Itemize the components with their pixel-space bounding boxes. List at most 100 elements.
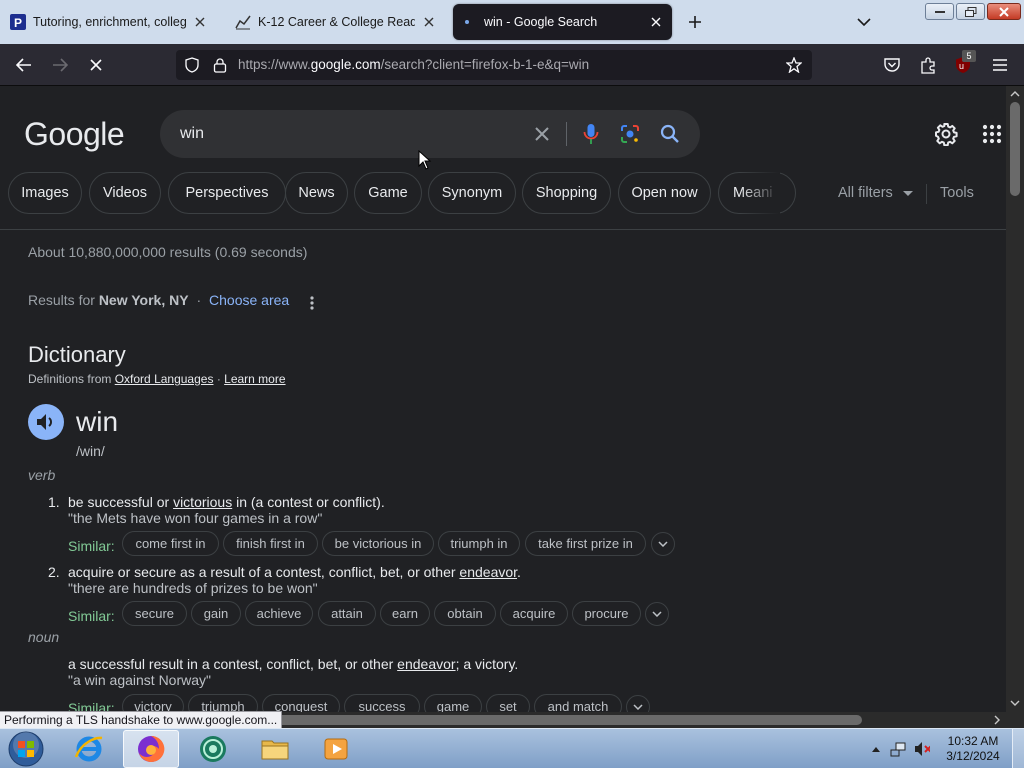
url-text[interactable]: https://www.google.com/search?client=fir… (238, 57, 589, 72)
search-input[interactable] (180, 122, 520, 146)
endeavor-link[interactable]: endeavor (459, 564, 517, 580)
vertical-scrollbar[interactable] (1006, 86, 1024, 712)
search-divider (566, 122, 567, 146)
synonym-pill[interactable]: procure (572, 601, 641, 626)
tab-k12-career[interactable]: K-12 Career & College Readines (227, 4, 445, 40)
synonym-pill[interactable]: and match (534, 694, 622, 712)
minimize-button[interactable] (925, 3, 954, 20)
volume-muted-icon[interactable] (914, 741, 930, 757)
all-filters-label: All filters (838, 185, 893, 201)
synonym-pill[interactable]: obtain (434, 601, 496, 626)
bookmark-star-icon[interactable] (786, 57, 802, 73)
chip-shopping[interactable]: Shopping (522, 172, 611, 214)
search-icon[interactable] (658, 122, 682, 146)
speaker-icon (37, 414, 52, 430)
synonym-pill[interactable]: game (424, 694, 482, 712)
network-icon[interactable] (890, 741, 906, 757)
system-clock[interactable]: 10:32 AM 3/12/2024 (940, 734, 1006, 764)
filter-divider (926, 184, 927, 204)
synonym-pill[interactable]: take first prize in (525, 531, 646, 556)
tab-google-search[interactable]: win - Google Search (453, 4, 672, 40)
oxford-languages-link[interactable]: Oxford Languages (115, 372, 214, 386)
close-tab-icon[interactable] (192, 14, 208, 30)
chip-videos[interactable]: Videos (89, 172, 161, 214)
lens-search-icon[interactable] (618, 122, 642, 146)
chip-fade-overlay (740, 172, 780, 214)
synonym-pill[interactable]: attain (318, 601, 376, 626)
chip-images[interactable]: Images (8, 172, 82, 214)
synonym-pill[interactable]: be victorious in (322, 531, 434, 556)
synonym-pill[interactable]: secure (122, 601, 187, 626)
expand-synonyms-button[interactable] (651, 532, 675, 556)
more-options-icon[interactable] (302, 292, 322, 314)
expand-synonyms-button[interactable] (626, 695, 650, 712)
settings-gear-icon[interactable] (934, 122, 958, 146)
endeavor-link[interactable]: endeavor (397, 656, 455, 672)
scrollbar-corner (1006, 712, 1024, 728)
chart-line-icon (235, 14, 251, 30)
window-close-button[interactable] (987, 3, 1021, 20)
synonym-pill[interactable]: gain (191, 601, 241, 626)
synonym-pill[interactable]: triumph (188, 694, 258, 712)
list-all-tabs-button[interactable] (852, 10, 876, 34)
google-logo[interactable]: Google (24, 116, 125, 153)
synonym-pill[interactable]: success (344, 694, 420, 712)
header-divider (0, 229, 1006, 230)
synonym-pill[interactable]: conquest (262, 694, 340, 712)
scrollbar-thumb[interactable] (1010, 102, 1020, 196)
pocket-icon[interactable] (882, 55, 902, 75)
pronunciation-button[interactable] (28, 404, 64, 440)
stop-button[interactable] (83, 53, 109, 77)
lock-icon[interactable] (212, 57, 228, 73)
expand-synonyms-button[interactable] (645, 602, 669, 626)
google-apps-grid-icon[interactable] (980, 122, 1004, 146)
forward-button[interactable] (47, 53, 73, 77)
tools-button[interactable]: Tools (940, 185, 974, 201)
synonym-pill[interactable]: achieve (245, 601, 313, 626)
synonym-pill[interactable]: finish first in (223, 531, 318, 556)
svg-text:P: P (14, 16, 22, 30)
restore-button[interactable] (956, 3, 985, 20)
scroll-down-icon[interactable] (1010, 698, 1020, 708)
taskbar-internet-explorer[interactable] (61, 730, 117, 768)
chip-perspectives[interactable]: Perspectives (168, 172, 286, 214)
chip-news[interactable]: News (285, 172, 348, 214)
back-button[interactable] (11, 53, 37, 77)
synonym-pill[interactable]: set (486, 694, 530, 712)
chip-synonym[interactable]: Synonym (428, 172, 516, 214)
site-info-icon[interactable] (184, 57, 200, 73)
voice-search-icon[interactable] (579, 122, 603, 146)
taskbar-file-explorer[interactable] (247, 730, 303, 768)
show-hidden-icons-icon[interactable] (868, 741, 884, 757)
close-tab-icon[interactable] (648, 14, 664, 30)
chip-open-now[interactable]: Open now (618, 172, 711, 214)
tab-tutoring[interactable]: P Tutoring, enrichment, college & (2, 4, 216, 40)
hamburger-menu-icon[interactable] (990, 55, 1010, 75)
clear-search-icon[interactable] (530, 122, 554, 146)
choose-area-link[interactable]: Choose area (209, 292, 289, 308)
taskbar-media-player[interactable] (309, 730, 365, 768)
taskbar-firefox[interactable] (123, 730, 179, 768)
media-player-icon (324, 738, 348, 760)
synonym-pill[interactable]: acquire (500, 601, 568, 626)
synonym-pill[interactable]: come first in (122, 531, 219, 556)
scroll-up-icon[interactable] (1010, 89, 1020, 99)
synonym-pill[interactable]: victory (122, 694, 184, 712)
synonym-pill[interactable]: triumph in (438, 531, 520, 556)
all-filters-button[interactable]: All filters (838, 185, 913, 201)
victorious-link[interactable]: victorious (173, 494, 232, 510)
start-button[interactable] (4, 730, 48, 768)
scrollbar-thumb[interactable] (272, 715, 862, 725)
show-desktop-button[interactable] (1012, 729, 1024, 768)
learn-more-link[interactable]: Learn more (224, 372, 285, 386)
scroll-right-icon[interactable] (992, 715, 1002, 725)
sense-number: 2. (48, 564, 60, 580)
taskbar-media-center[interactable] (185, 730, 241, 768)
synonym-pill[interactable]: earn (380, 601, 430, 626)
address-bar[interactable]: https://www.google.com/search?client=fir… (176, 50, 812, 80)
close-tab-icon[interactable] (421, 14, 437, 30)
chip-game[interactable]: Game (354, 172, 422, 214)
extensions-puzzle-icon[interactable] (918, 55, 938, 75)
dictionary-source: Definitions from Oxford Languages · Lear… (28, 372, 286, 386)
new-tab-button[interactable] (683, 10, 707, 34)
